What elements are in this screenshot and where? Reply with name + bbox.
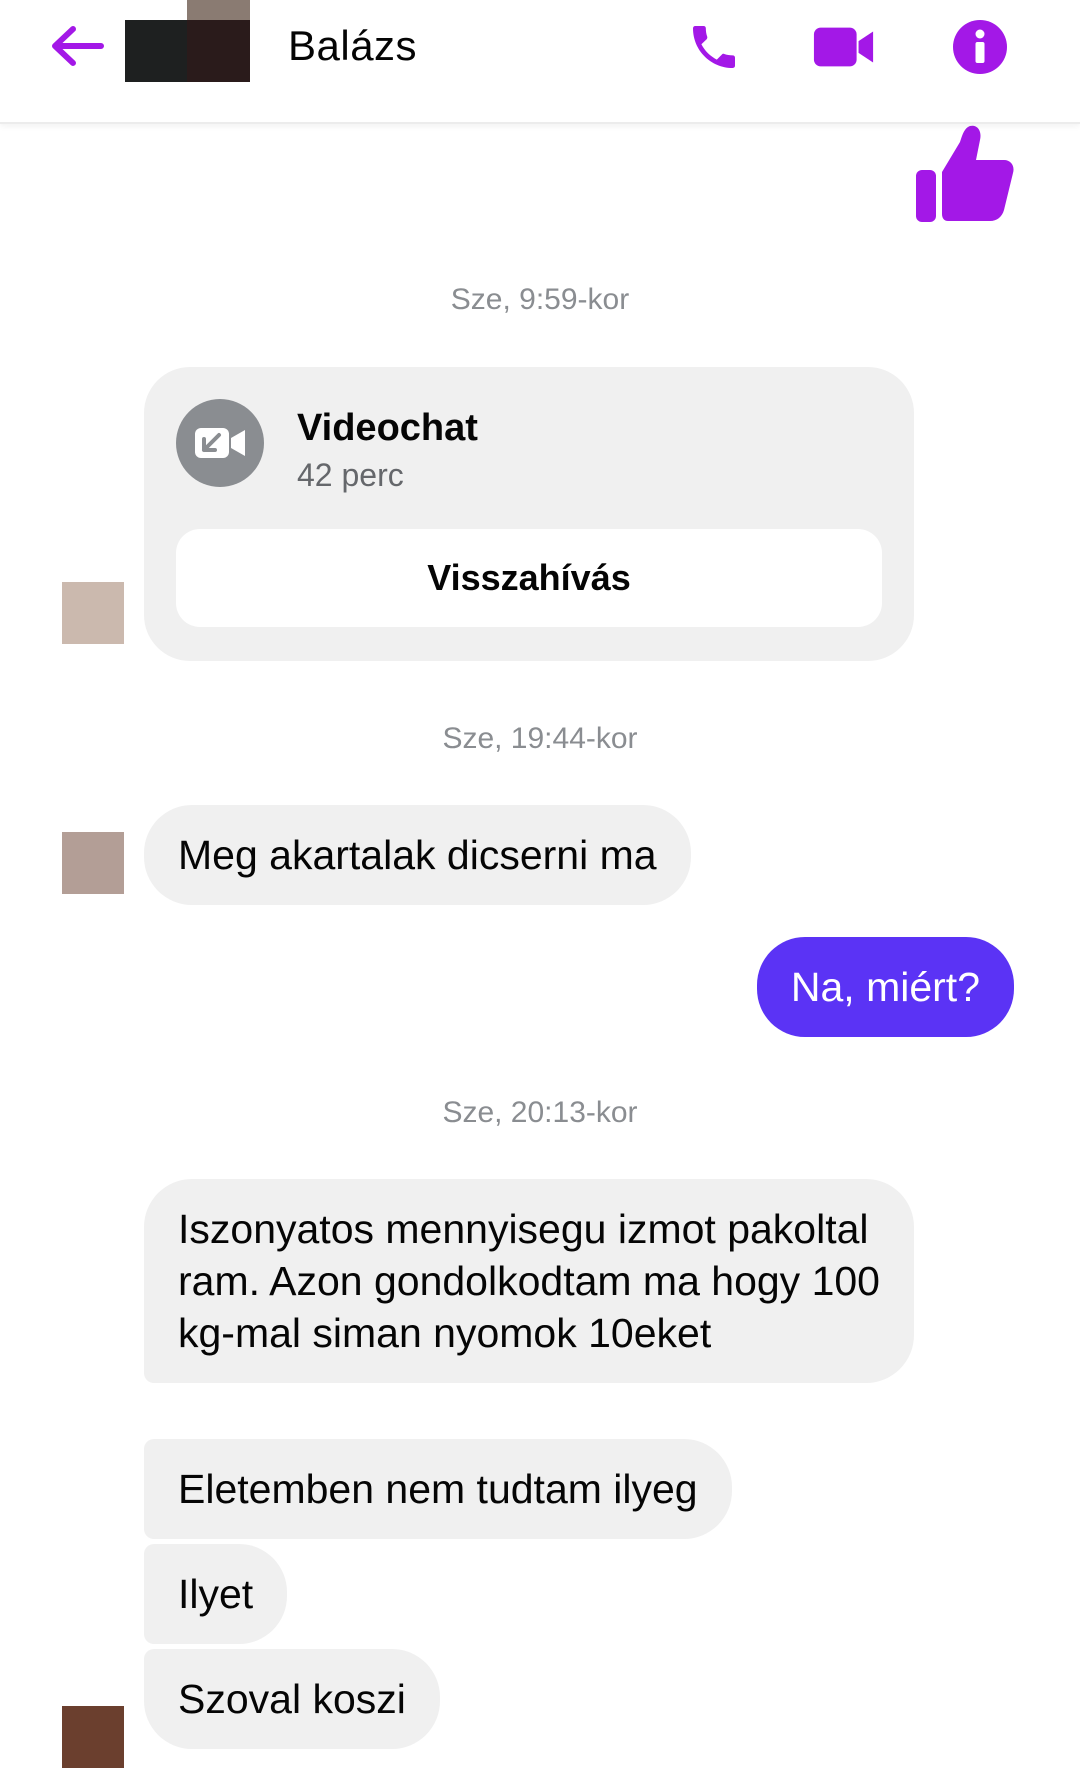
contact-avatar[interactable] [125,0,250,82]
sender-avatar[interactable] [62,582,124,644]
phone-icon [693,26,735,68]
like-sticker[interactable] [912,122,1016,226]
voice-call-button[interactable] [682,16,746,78]
call-title: Videochat [297,407,478,449]
conversation-info-button[interactable] [948,16,1012,78]
missed-video-call-icon [195,428,245,458]
timestamp: Sze, 20:13-kor [442,1096,638,1129]
thumbs-up-icon [916,125,1014,222]
video-call-button[interactable] [812,16,876,78]
message-bubble-incoming[interactable]: Eletemben nem tudtam ilyeg [144,1439,732,1539]
sender-avatar[interactable] [62,832,124,894]
back-arrow-icon [52,26,104,66]
conversation-header: Balázs [0,0,1080,124]
callback-button[interactable]: Visszahívás [176,529,882,627]
message-bubble-incoming[interactable]: Meg akartalak dicserni ma [144,805,691,905]
message-bubble-incoming[interactable]: Szoval koszi [144,1649,440,1749]
video-call-card: Videochat 42 perc Visszahívás [144,367,914,661]
message-bubble-incoming[interactable]: Iszonyatos mennyisegu izmot pakoltal ram… [144,1179,914,1383]
call-icon-circle [176,399,264,487]
message-bubble-outgoing[interactable]: Na, miért? [756,937,1014,1037]
timestamp: Sze, 19:44-kor [442,722,638,755]
timestamp: Sze, 9:59-kor [450,283,630,316]
message-bubble-incoming[interactable]: Ilyet [144,1544,288,1644]
contact-name[interactable]: Balázs [288,22,417,70]
sender-avatar[interactable] [62,1706,124,1768]
video-camera-icon [813,27,874,67]
call-duration: 42 perc [297,457,404,493]
info-icon [953,20,1007,74]
back-button[interactable] [44,18,110,74]
